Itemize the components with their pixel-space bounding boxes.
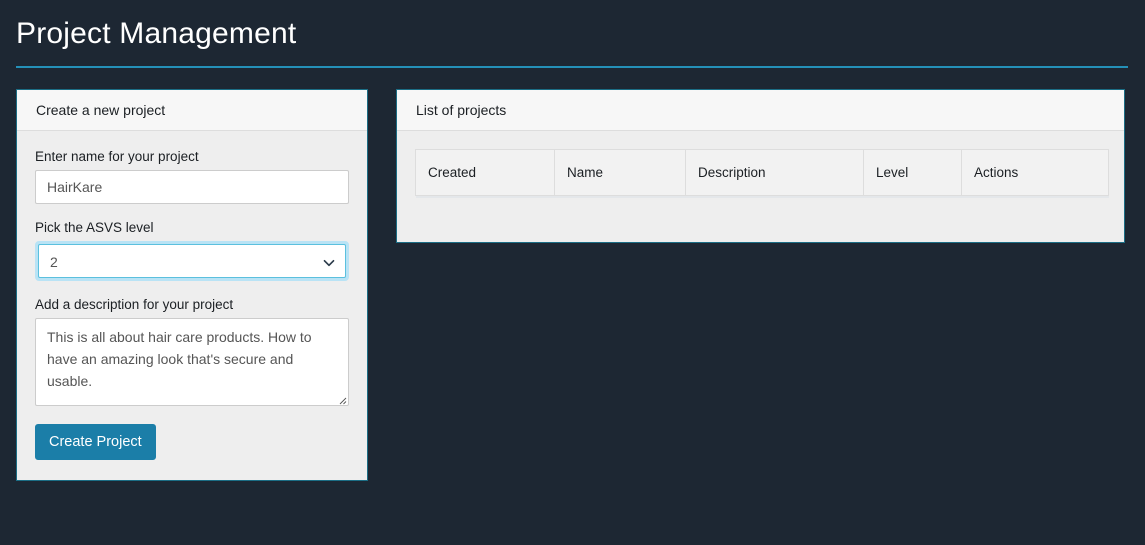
project-list-panel: List of projects Created Name Descriptio… bbox=[396, 89, 1125, 243]
title-divider bbox=[16, 66, 1128, 68]
asvs-level-select[interactable]: 2 bbox=[38, 244, 346, 278]
asvs-level-focus-ring: 2 bbox=[35, 241, 349, 281]
column-header-name[interactable]: Name bbox=[554, 149, 686, 196]
projects-table-head: Created Name Description Level Actions bbox=[415, 149, 1109, 196]
asvs-level-group: Pick the ASVS level 2 bbox=[35, 220, 349, 281]
project-name-input[interactable] bbox=[35, 170, 349, 204]
asvs-level-selected-value: 2 bbox=[50, 254, 58, 270]
project-description-textarea[interactable] bbox=[35, 318, 349, 406]
page-header: Project Management bbox=[0, 0, 1145, 68]
column-header-description[interactable]: Description bbox=[685, 149, 864, 196]
projects-table: Created Name Description Level Actions bbox=[415, 149, 1109, 196]
project-name-label: Enter name for your project bbox=[35, 149, 199, 164]
project-name-group: Enter name for your project bbox=[35, 149, 349, 204]
column-header-level[interactable]: Level bbox=[863, 149, 962, 196]
create-project-form: Enter name for your project Pick the ASV… bbox=[17, 131, 367, 480]
page-title: Project Management bbox=[16, 17, 297, 50]
project-list-panel-heading: List of projects bbox=[397, 90, 1124, 131]
column-header-created[interactable]: Created bbox=[415, 149, 555, 196]
create-project-button[interactable]: Create Project bbox=[35, 424, 156, 460]
create-project-panel-heading: Create a new project bbox=[17, 90, 367, 131]
project-description-wrap bbox=[35, 318, 349, 406]
chevron-down-icon bbox=[323, 254, 335, 267]
table-bottom-spacer bbox=[415, 196, 1106, 222]
asvs-level-label: Pick the ASVS level bbox=[35, 220, 154, 235]
projects-table-header-row: Created Name Description Level Actions bbox=[415, 149, 1109, 196]
create-project-panel: Create a new project Enter name for your… bbox=[16, 89, 368, 481]
project-description-group: Add a description for your project bbox=[35, 297, 349, 406]
project-description-label: Add a description for your project bbox=[35, 297, 234, 312]
column-header-actions: Actions bbox=[961, 149, 1109, 196]
project-list-body: Created Name Description Level Actions bbox=[397, 131, 1124, 242]
